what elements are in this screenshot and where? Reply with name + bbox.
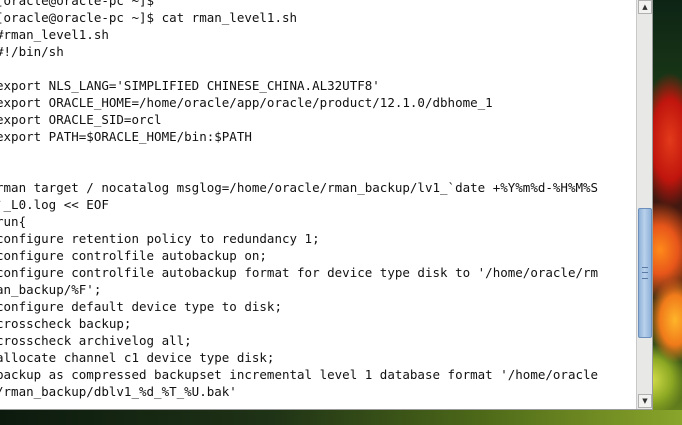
desktop: [oracle@oracle-pc ~]$ [oracle@oracle-pc ~… — [0, 0, 682, 425]
terminal-line: run{ — [0, 214, 27, 229]
terminal-line: rman target / nocatalog msglog=/home/ora… — [0, 180, 599, 195]
terminal-line: allocate channel c1 device type disk; — [0, 350, 275, 365]
terminal-line: `_L0.log << EOF — [0, 197, 109, 212]
terminal-line: configure controlfile autobackup on; — [0, 248, 267, 263]
terminal-line: backup as compressed backupset increment… — [0, 367, 599, 382]
terminal-line: crosscheck archivelog all; — [0, 333, 192, 348]
scroll-up-arrow-icon[interactable]: ▲ — [638, 0, 652, 14]
scrollbar-thumb[interactable] — [638, 208, 652, 338]
terminal-line: an_backup/%F'; — [0, 282, 102, 297]
terminal-output[interactable]: [oracle@oracle-pc ~]$ [oracle@oracle-pc ~… — [0, 0, 636, 400]
grip-icon — [642, 267, 648, 279]
terminal-line: export ORACLE_HOME=/home/oracle/app/orac… — [0, 95, 493, 110]
terminal-window[interactable]: [oracle@oracle-pc ~]$ [oracle@oracle-pc ~… — [0, 0, 653, 410]
terminal-line: /rman_backup/dblv1_%d_%T_%U.bak' — [0, 384, 237, 399]
terminal-line: #rman_level1.sh — [0, 27, 109, 42]
terminal-line: export NLS_LANG='SIMPLIFIED CHINESE_CHIN… — [0, 78, 380, 93]
terminal-line: [oracle@oracle-pc ~]$ — [0, 0, 155, 8]
terminal-line: configure retention policy to redundancy… — [0, 231, 320, 246]
desktop-wallpaper-bottom — [0, 410, 682, 425]
terminal-line: #!/bin/sh — [0, 44, 64, 59]
terminal-line: export ORACLE_SID=orcl — [0, 112, 162, 127]
vertical-scrollbar[interactable]: ▲ ▼ — [636, 0, 652, 409]
terminal-line: [oracle@oracle-pc ~]$ cat rman_level1.sh — [0, 10, 298, 25]
scroll-down-arrow-icon[interactable]: ▼ — [638, 394, 652, 408]
terminal-line: configure controlfile autobackup format … — [0, 265, 599, 280]
terminal-line: export PATH=$ORACLE_HOME/bin:$PATH — [0, 129, 252, 144]
terminal-line: configure default device type to disk; — [0, 299, 282, 314]
terminal-line: crosscheck backup; — [0, 316, 132, 331]
